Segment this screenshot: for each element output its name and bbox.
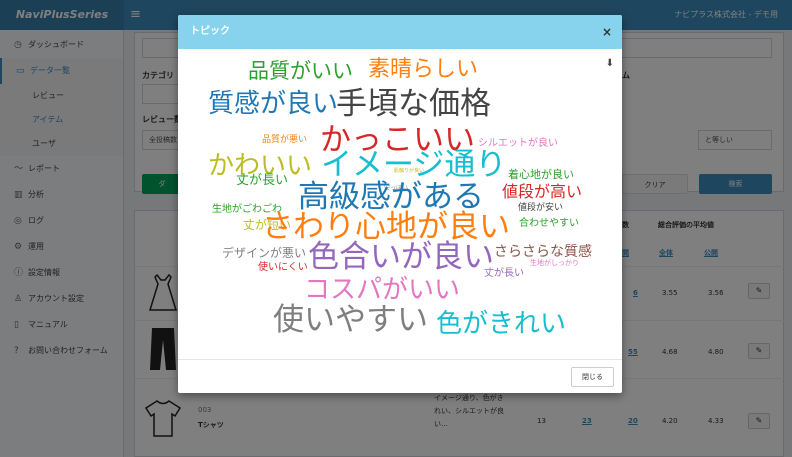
word: 使いやすい (273, 302, 428, 338)
word: 合わせやすい (519, 218, 579, 229)
word: さらさらな質感 (494, 244, 592, 260)
modal-title: トピック (190, 26, 230, 37)
word: 品質が悪い (262, 135, 308, 145)
modal-header: トピック × (178, 15, 622, 49)
word: コスパがいい (304, 275, 461, 305)
word: 値段が安い (518, 203, 564, 213)
topic-modal: トピック × ⬇ 品質がいい 素晴らしい 質感が良い 手頃な価格 品質が悪い か… (178, 15, 622, 393)
word: 品質がいい (248, 59, 353, 83)
word: 使いにくい (258, 262, 308, 273)
word: 色合いが良い (308, 239, 494, 275)
word: イメージ通り (321, 147, 507, 183)
word: デザインが悪い (222, 246, 307, 260)
word-cloud: 品質がいい 素晴らしい 質感が良い 手頃な価格 品質が悪い かっこいい シルエッ… (178, 49, 622, 359)
word: 手頃な価格 (336, 86, 491, 122)
word: 丈が長い (236, 173, 289, 188)
word: 生地がしっかり (530, 259, 579, 267)
close-button[interactable]: 閉じる (571, 367, 614, 387)
word: 値段が高い (502, 182, 583, 201)
close-icon[interactable]: × (602, 15, 612, 49)
word: 丈が長い (484, 268, 524, 279)
word: 着心地が良い (508, 168, 574, 181)
modal-footer: 閉じる (178, 359, 622, 393)
word: 色がきれい (436, 309, 567, 339)
word: 質感が良い (208, 89, 339, 119)
word: 肌触りが良い (394, 168, 425, 174)
word: 素晴らしい (368, 57, 479, 82)
